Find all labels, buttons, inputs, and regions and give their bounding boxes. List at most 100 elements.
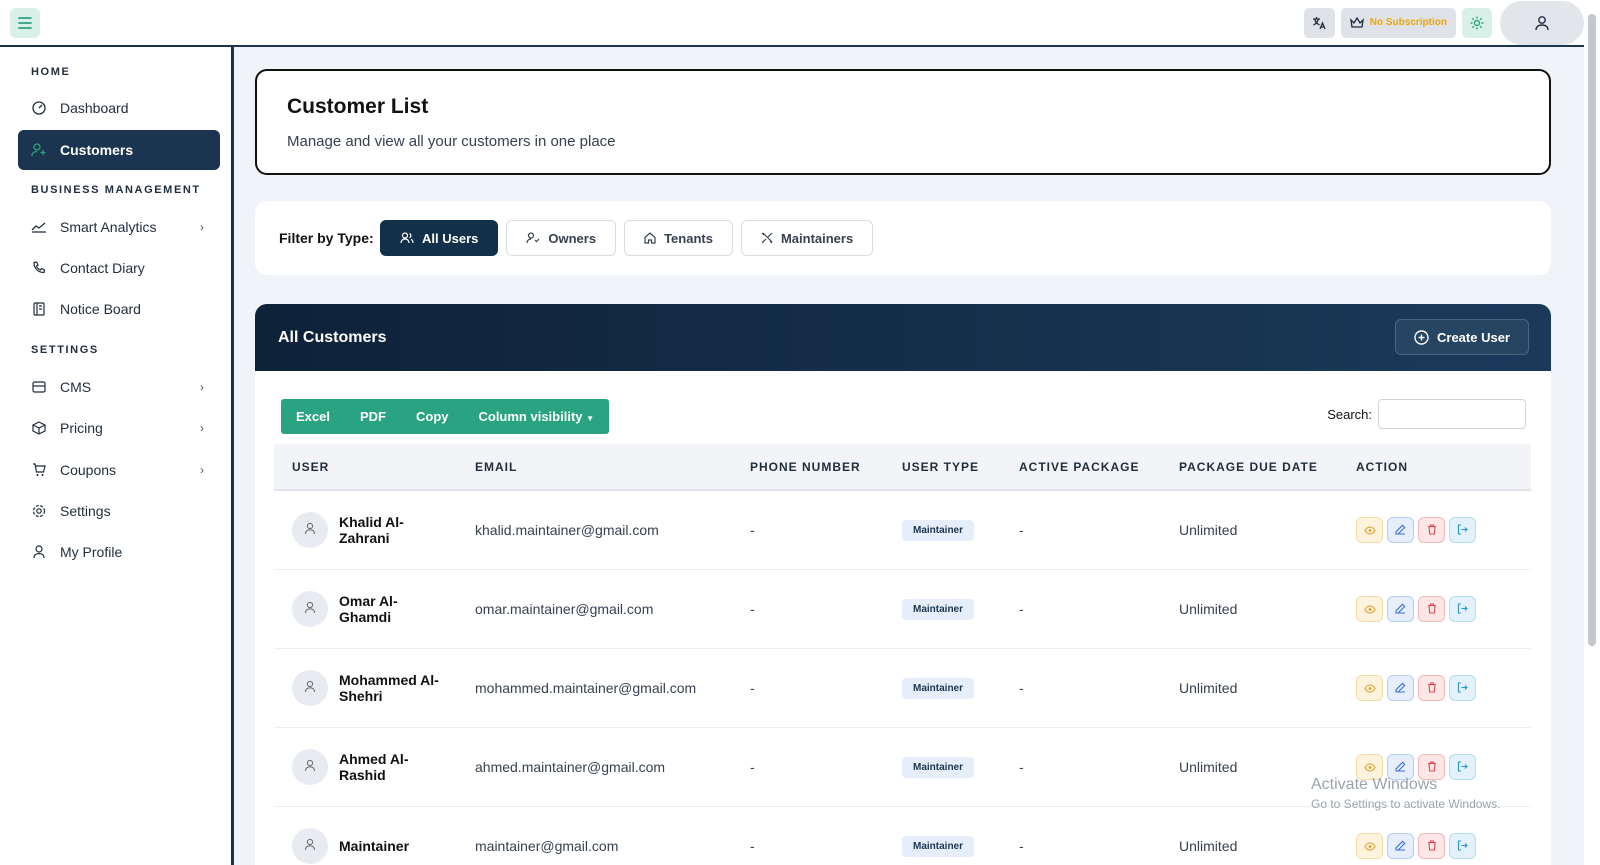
user-phone: - <box>750 522 755 538</box>
table-row: Omar Al-Ghamdi omar.maintainer@gmail.com -… <box>274 570 1531 649</box>
sidebar-item-my-profile[interactable]: My Profile <box>18 532 220 572</box>
menu-toggle-icon[interactable] <box>10 8 40 38</box>
edit-button[interactable] <box>1387 833 1414 859</box>
filter-option-label: Maintainers <box>780 230 854 246</box>
sidebar-item-label: Coupons <box>60 462 117 478</box>
user-email: maintainer@gmail.com <box>475 838 619 854</box>
delete-button[interactable] <box>1418 675 1445 701</box>
language-icon[interactable] <box>1303 7 1335 38</box>
crown-icon <box>1349 16 1364 28</box>
create-user-button[interactable]: Create User <box>1395 319 1529 355</box>
edit-icon <box>1395 838 1406 854</box>
table-row: Mohammed Al-Shehri mohammed.maintainer@gm… <box>274 649 1531 728</box>
subscription-label: No Subscription <box>1369 17 1447 28</box>
view-button[interactable] <box>1356 596 1383 622</box>
edit-button[interactable] <box>1387 675 1414 701</box>
column-header-user-type[interactable]: USER TYPE <box>884 460 1001 474</box>
user-icon <box>1535 15 1549 30</box>
view-button[interactable] <box>1356 675 1383 701</box>
user-icon <box>304 601 316 617</box>
search-label: Search: <box>1327 406 1372 422</box>
column-header-email[interactable]: EMAIL <box>457 460 732 474</box>
subscription-button[interactable]: No Subscription <box>1340 7 1456 38</box>
filter-option-label: Tenants <box>664 230 713 246</box>
edit-icon <box>1395 680 1406 696</box>
watermark-subtitle: Go to Settings to activate Windows. <box>1311 797 1501 811</box>
sidebar-item-contact-diary[interactable]: Contact Diary <box>18 248 220 288</box>
filter-tenants-button[interactable]: Tenants <box>624 220 733 256</box>
user-phone: - <box>750 759 755 775</box>
phone-icon <box>31 260 47 276</box>
delete-button[interactable] <box>1418 517 1445 543</box>
package-due-date: Unlimited <box>1179 838 1238 854</box>
column-header-user[interactable]: USER <box>274 460 457 474</box>
edit-button[interactable] <box>1387 517 1414 543</box>
column-header-active-package[interactable]: ACTIVE PACKAGE <box>1001 460 1161 474</box>
sidebar-item-label: Smart Analytics <box>60 219 157 235</box>
page-scrollbar[interactable] <box>1584 0 1600 865</box>
login-as-button[interactable] <box>1449 596 1476 622</box>
chevron-right-icon: › <box>200 463 204 477</box>
cart-icon <box>31 462 47 478</box>
sidebar-item-cms[interactable]: CMS › <box>18 367 220 407</box>
user-email: omar.maintainer@gmail.com <box>475 601 654 617</box>
user-icon <box>304 759 316 775</box>
user-icon <box>304 680 316 696</box>
export-excel-button[interactable]: Excel <box>281 409 345 424</box>
row-actions <box>1356 517 1531 543</box>
login-icon <box>1457 522 1468 538</box>
sidebar-item-pricing[interactable]: Pricing › <box>18 408 220 448</box>
user-name: Omar Al-Ghamdi <box>339 593 398 625</box>
avatar <box>292 512 328 548</box>
sidebar-item-settings[interactable]: Settings <box>18 491 220 531</box>
sidebar-item-dashboard[interactable]: Dashboard <box>18 88 220 128</box>
table-header: USER EMAIL PHONE NUMBER USER TYPE ACTIVE… <box>274 444 1531 491</box>
user-email: mohammed.maintainer@gmail.com <box>475 680 697 696</box>
delete-button[interactable] <box>1418 596 1445 622</box>
row-actions <box>1356 833 1531 859</box>
sidebar-item-coupons[interactable]: Coupons › <box>18 450 220 490</box>
profile-avatar[interactable] <box>1500 0 1584 45</box>
eye-icon <box>1363 838 1376 854</box>
user-name: Maintainer <box>339 838 410 854</box>
sidebar-item-smart-analytics[interactable]: Smart Analytics › <box>18 207 220 247</box>
view-button[interactable] <box>1356 517 1383 543</box>
sidebar-item-label: Dashboard <box>60 100 129 116</box>
filter-owners-button[interactable]: Owners <box>506 220 617 256</box>
column-header-action: ACTION <box>1356 459 1408 474</box>
sidebar-item-customers[interactable]: Customers <box>18 130 220 170</box>
login-as-button[interactable] <box>1449 833 1476 859</box>
eye-icon <box>1363 680 1376 696</box>
user-name: Mohammed Al-Shehri <box>339 672 439 704</box>
avatar <box>292 591 328 627</box>
filter-all-users-button[interactable]: All Users <box>380 220 499 256</box>
sidebar-item-label: CMS <box>60 379 92 395</box>
login-as-button[interactable] <box>1449 675 1476 701</box>
column-visibility-button[interactable]: Column visibility ▼ <box>463 409 609 424</box>
sidebar-item-notice-board[interactable]: Notice Board <box>18 289 220 329</box>
avatar <box>292 670 328 706</box>
export-pdf-button[interactable]: PDF <box>345 409 401 424</box>
delete-button[interactable] <box>1418 833 1445 859</box>
login-as-button[interactable] <box>1449 517 1476 543</box>
edit-button[interactable] <box>1387 596 1414 622</box>
filter-option-label: Owners <box>548 230 597 246</box>
active-package: - <box>1019 522 1024 538</box>
filter-maintainers-button[interactable]: Maintainers <box>740 220 874 256</box>
page-title: Customer List <box>287 95 429 118</box>
package-due-date: Unlimited <box>1179 759 1238 775</box>
sidebar-item-label: My Profile <box>60 544 123 560</box>
trash-icon <box>1427 680 1437 696</box>
scrollbar-thumb[interactable] <box>1588 14 1596 646</box>
trash-icon <box>1427 601 1437 617</box>
export-copy-button[interactable]: Copy <box>401 409 464 424</box>
edit-icon <box>1395 759 1406 775</box>
search-input[interactable] <box>1378 399 1526 429</box>
page-subtitle: Manage and view all your customers in on… <box>287 133 616 150</box>
row-actions <box>1356 675 1531 701</box>
column-header-phone[interactable]: PHONE NUMBER <box>732 460 884 474</box>
column-header-package-due-date[interactable]: PACKAGE DUE DATE <box>1161 460 1338 474</box>
settings-gear-icon[interactable] <box>1462 7 1492 38</box>
windows-activation-watermark: Activate Windows Go to Settings to activ… <box>1311 776 1500 811</box>
view-button[interactable] <box>1356 833 1383 859</box>
